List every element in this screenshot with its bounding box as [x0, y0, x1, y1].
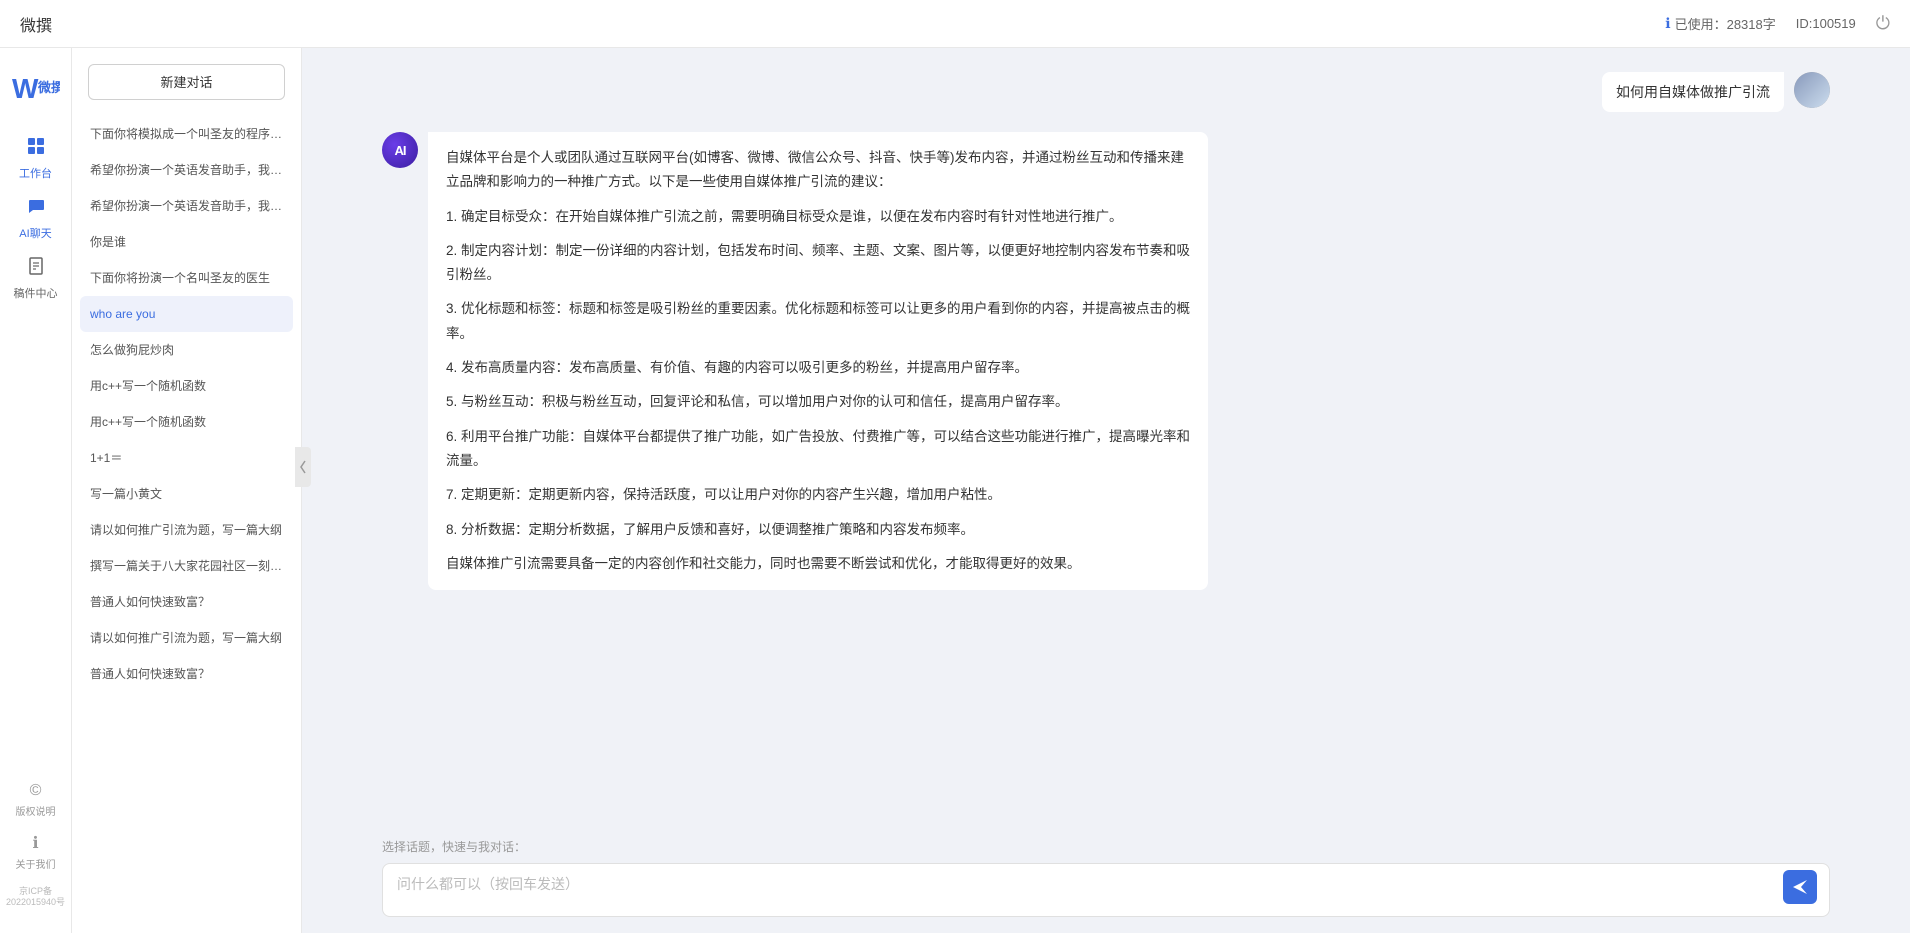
- chat-messages: 如何用自媒体做推广引流 AI 自媒体平台是个人或团队通过互联网平台(如博客、微博…: [302, 48, 1910, 826]
- send-icon: [1791, 878, 1809, 896]
- ai-paragraph: 自媒体推广引流需要具备一定的内容创作和社交能力，同时也需要不断尝试和优化，才能取…: [446, 552, 1190, 576]
- ai-paragraph: 2. 制定内容计划：制定一份详细的内容计划，包括发布时间、频率、主题、文案、图片…: [446, 239, 1190, 288]
- copyright-label: 版权说明: [16, 803, 56, 818]
- user-bubble: 如何用自媒体做推广引流: [1602, 72, 1784, 112]
- icp-text: 京ICP备2022015940号: [0, 882, 71, 913]
- power-icon[interactable]: ⏻: [1876, 13, 1890, 34]
- sidebar-item[interactable]: 下面你将扮演一个名叫圣友的医生: [80, 260, 293, 296]
- sidebar-item[interactable]: 写一篇小黄文: [80, 476, 293, 512]
- sidebar-item-ai-chat[interactable]: AI聊天: [6, 192, 66, 244]
- sidebar-item[interactable]: 撰写一篇关于八大家花园社区一刻钟便民生...: [80, 548, 293, 584]
- ai-message: AI 自媒体平台是个人或团队通过互联网平台(如博客、微博、微信公众号、抖音、快手…: [382, 132, 1830, 590]
- workbench-icon: [26, 136, 46, 161]
- ai-paragraph: 1. 确定目标受众：在开始自媒体推广引流之前，需要明确目标受众是谁，以便在发布内…: [446, 205, 1190, 229]
- usage-display: ℹ 已使用：28318字: [1665, 14, 1775, 33]
- ai-paragraph: 7. 定期更新：定期更新内容，保持活跃度，可以让用户对你的内容产生兴趣，增加用户…: [446, 483, 1190, 507]
- sidebar-item[interactable]: 普通人如何快速致富？: [80, 656, 293, 692]
- sidebar-item-workbench[interactable]: 工作台: [6, 132, 66, 184]
- ai-bubble: 自媒体平台是个人或团队通过互联网平台(如博客、微博、微信公众号、抖音、快手等)发…: [428, 132, 1208, 590]
- svg-text:W: W: [12, 73, 39, 104]
- user-avatar: [1794, 72, 1830, 108]
- topbar-right: ℹ 已使用：28318字 ID:100519 ⏻: [1665, 13, 1890, 34]
- input-placeholder: 问什么都可以（按回车发送）: [397, 874, 1779, 895]
- logo: W 微撰: [11, 68, 61, 108]
- ai-paragraph: 5. 与粉丝互动：积极与粉丝互动，回复评论和私信，可以增加用户对你的认可和信任，…: [446, 390, 1190, 414]
- sidebar-item[interactable]: 希望你扮演一个英语发音助手，我提供给你...: [80, 152, 293, 188]
- ai-paragraph: 6. 利用平台推广功能：自媒体平台都提供了推广功能，如广告投放、付费推广等，可以…: [446, 425, 1190, 474]
- usage-text: 已使用：28318字: [1675, 14, 1776, 33]
- chat-icon: [26, 196, 46, 221]
- new-chat-button[interactable]: 新建对话: [88, 64, 285, 100]
- chat-input-area: 选择话题，快速与我对话： 问什么都可以（按回车发送）: [302, 826, 1910, 933]
- ai-chat-label: AI聊天: [19, 225, 51, 241]
- ai-avatar: AI: [382, 132, 418, 168]
- sidebar: 新建对话 下面你将模拟成一个叫圣友的程序员，我说...希望你扮演一个英语发音助手…: [72, 48, 302, 933]
- mailbox-label: 稿件中心: [14, 285, 58, 301]
- topbar: 微撰 ℹ 已使用：28318字 ID:100519 ⏻: [0, 0, 1910, 48]
- sidebar-item[interactable]: 你是谁: [80, 224, 293, 260]
- user-message: 如何用自媒体做推广引流: [382, 72, 1830, 112]
- sidebar-item[interactable]: 用c++写一个随机函数: [80, 404, 293, 440]
- ai-paragraph: 3. 优化标题和标签：标题和标签是吸引粉丝的重要因素。优化标题和标签可以让更多的…: [446, 297, 1190, 346]
- sidebar-item[interactable]: who are you: [80, 296, 293, 332]
- left-nav: W 微撰 工作台 AI聊天: [0, 48, 72, 933]
- sidebar-item[interactable]: 请以如何推广引流为题，写一篇大纲: [80, 620, 293, 656]
- info-icon: ℹ: [1665, 15, 1670, 32]
- chat-area: 如何用自媒体做推广引流 AI 自媒体平台是个人或团队通过互联网平台(如博客、微博…: [302, 48, 1910, 933]
- sidebar-item[interactable]: 怎么做狗屁炒肉: [80, 332, 293, 368]
- id-text: ID:100519: [1796, 16, 1856, 31]
- sidebar-item[interactable]: 希望你扮演一个英语发音助手，我提供给你...: [80, 188, 293, 224]
- document-icon: [26, 256, 46, 281]
- about-label: 关于我们: [16, 856, 56, 871]
- nav-bottom: © 版权说明 ℹ 关于我们 京ICP备2022015940号: [0, 778, 71, 913]
- about-icon: ℹ: [32, 833, 38, 853]
- sidebar-list: 下面你将模拟成一个叫圣友的程序员，我说...希望你扮演一个英语发音助手，我提供给…: [72, 116, 301, 933]
- sidebar-item[interactable]: 下面你将模拟成一个叫圣友的程序员，我说...: [80, 116, 293, 152]
- sidebar-item[interactable]: 请以如何推广引流为题，写一篇大纲: [80, 512, 293, 548]
- sidebar-item[interactable]: 1+1＝: [80, 440, 293, 476]
- sidebar-collapse-button[interactable]: [295, 447, 302, 487]
- svg-text:微撰: 微撰: [37, 80, 60, 95]
- ai-paragraph: 8. 分析数据：定期分析数据，了解用户反馈和喜好，以便调整推广策略和内容发布频率…: [446, 518, 1190, 542]
- workbench-label: 工作台: [19, 165, 52, 181]
- quick-topics-label: 选择话题，快速与我对话：: [382, 838, 1830, 855]
- sidebar-item-mailbox[interactable]: 稿件中心: [6, 252, 66, 304]
- send-button[interactable]: [1783, 870, 1817, 904]
- ai-paragraph: 4. 发布高质量内容：发布高质量、有价值、有趣的内容可以吸引更多的粉丝，并提高用…: [446, 356, 1190, 380]
- logo-icon: W 微撰: [12, 72, 60, 104]
- copyright-icon: ©: [30, 782, 42, 800]
- sidebar-item[interactable]: 用c++写一个随机函数: [80, 368, 293, 404]
- main-layout: W 微撰 工作台 AI聊天: [0, 48, 1910, 933]
- about-item[interactable]: ℹ 关于我们: [6, 830, 66, 874]
- topbar-title: 微撰: [20, 12, 52, 36]
- copyright-item[interactable]: © 版权说明: [6, 778, 66, 822]
- input-box: 问什么都可以（按回车发送）: [382, 863, 1830, 917]
- ai-paragraph: 自媒体平台是个人或团队通过互联网平台(如博客、微博、微信公众号、抖音、快手等)发…: [446, 146, 1190, 195]
- sidebar-item[interactable]: 普通人如何快速致富？: [80, 584, 293, 620]
